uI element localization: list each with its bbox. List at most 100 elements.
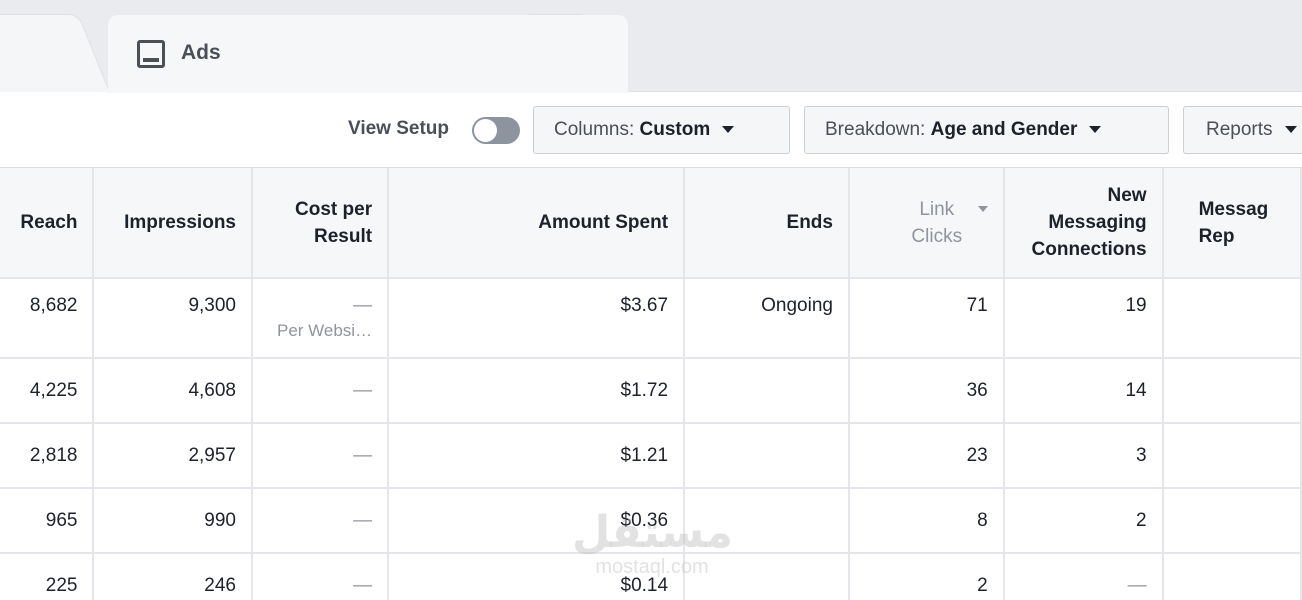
table-row[interactable]: 4,225 4,608 — $1.72 36 14 xyxy=(0,358,1302,424)
cell-amount-spent-value: $0.14 xyxy=(620,574,669,596)
header-label: Ends xyxy=(786,212,833,233)
table-row[interactable]: 2,818 2,957 — $1.21 23 3 xyxy=(0,423,1302,489)
column-header-ends[interactable]: Ends xyxy=(684,168,850,279)
cell-amount-spent: $1.21 xyxy=(388,423,686,489)
tab-ads-label: Ads xyxy=(181,41,221,64)
breakdown-dropdown[interactable]: Breakdown: Age and Gender xyxy=(804,106,1169,154)
column-header-messaging-rep[interactable]: Messag Rep xyxy=(1162,168,1302,279)
cell-new-messaging: — xyxy=(1003,553,1164,600)
cell-ends xyxy=(684,553,850,600)
cell-amount-spent: $0.36 xyxy=(388,488,686,554)
cell-new-messaging-value: — xyxy=(1127,574,1147,596)
cost-per-result-subtext: Per Websi… xyxy=(276,321,373,340)
cell-impressions-value: 2,957 xyxy=(188,444,236,466)
cell-amount-spent: $0.14 xyxy=(388,553,686,600)
cell-reach-value: 8,682 xyxy=(29,295,78,316)
table-header-row: Reach Impressions Cost per Result Amount… xyxy=(0,168,1302,279)
cell-link-clicks-value: 71 xyxy=(966,295,988,316)
header-label: Messag Rep xyxy=(1198,198,1269,247)
cell-reach-value: 965 xyxy=(45,509,78,531)
cell-reach: 8,682 xyxy=(0,278,95,359)
view-setup-toggle[interactable] xyxy=(472,117,520,144)
caret-down-icon xyxy=(1089,126,1102,134)
cell-messaging-rep xyxy=(1162,278,1302,359)
cell-amount-spent-value: $1.21 xyxy=(620,444,669,466)
sort-desc-icon xyxy=(977,205,988,212)
cell-cost-per-result-value: — xyxy=(353,295,373,316)
cell-reach: 2,818 xyxy=(0,423,95,489)
table-row[interactable]: 965 990 — $0.36 8 2 xyxy=(0,488,1302,554)
cell-messaging-rep xyxy=(1162,358,1302,424)
cell-impressions: 4,608 xyxy=(93,358,253,424)
header-label: Link Clicks xyxy=(911,198,963,247)
cell-amount-spent-value: $1.72 xyxy=(620,379,669,401)
column-header-cost-per-result[interactable]: Cost per Result xyxy=(252,168,390,279)
cell-link-clicks-value: 8 xyxy=(977,509,988,531)
cell-ends xyxy=(684,488,850,554)
cell-amount-spent: $3.67 xyxy=(388,278,686,359)
cell-link-clicks: 8 xyxy=(848,488,1005,554)
cell-cost-per-result-value: — xyxy=(353,379,373,401)
cell-impressions: 9,300 xyxy=(93,278,253,359)
cell-reach-value: 2,818 xyxy=(29,444,78,466)
table-row[interactable]: 8,682 9,300 — Per Websi… $3.67 Ongoing 71 19 xyxy=(0,278,1302,359)
column-header-amount-spent[interactable]: Amount Spent xyxy=(388,168,686,279)
cell-ends-value: Ongoing xyxy=(761,295,833,316)
view-setup-label: View Setup xyxy=(348,118,450,139)
cell-link-clicks: 71 xyxy=(848,278,1005,359)
cell-amount-spent-value: $3.67 xyxy=(620,295,669,316)
cell-cost-per-result-value: — xyxy=(353,574,373,596)
cell-new-messaging-value: 19 xyxy=(1125,295,1147,316)
cell-reach: 225 xyxy=(0,553,95,600)
cell-impressions-value: 990 xyxy=(204,509,236,531)
header-label: Amount Spent xyxy=(538,212,669,233)
header-label: New Messaging Connections xyxy=(1031,185,1147,260)
reports-label: Reports xyxy=(1206,119,1273,140)
cell-new-messaging-value: 14 xyxy=(1125,379,1147,401)
cell-new-messaging: 14 xyxy=(1003,358,1164,424)
column-header-link-clicks[interactable]: Link Clicks xyxy=(848,168,1005,279)
table-row[interactable]: 225 246 — $0.14 2 — xyxy=(0,553,1302,600)
cell-cost-per-result: — xyxy=(252,358,390,424)
columns-dropdown[interactable]: Columns: Custom xyxy=(533,106,790,154)
cell-impressions: 2,957 xyxy=(93,423,253,489)
cell-cost-per-result: — xyxy=(252,488,390,554)
header-label: Cost per Result xyxy=(295,198,373,247)
cell-new-messaging: 2 xyxy=(1003,488,1164,554)
toggle-knob xyxy=(474,119,497,142)
cell-impressions-value: 4,608 xyxy=(188,379,236,401)
cell-amount-spent: $1.72 xyxy=(388,358,686,424)
breakdown-prefix: Breakdown: xyxy=(825,119,931,140)
cell-link-clicks-value: 2 xyxy=(977,574,988,596)
cell-ends: Ongoing xyxy=(684,278,850,359)
cell-impressions: 246 xyxy=(93,553,253,600)
cell-link-clicks-value: 36 xyxy=(966,379,988,401)
cell-reach-value: 225 xyxy=(45,574,78,596)
cell-impressions: 990 xyxy=(93,488,253,554)
cell-new-messaging-value: 2 xyxy=(1136,509,1147,531)
header-label: Impressions xyxy=(124,212,236,233)
column-header-reach[interactable]: Reach xyxy=(0,168,95,279)
cell-messaging-rep xyxy=(1162,553,1302,600)
cell-impressions-value: 9,300 xyxy=(188,295,236,316)
columns-prefix: Columns: xyxy=(554,119,640,140)
cell-messaging-rep xyxy=(1162,488,1302,554)
cell-messaging-rep xyxy=(1162,423,1302,489)
column-header-impressions[interactable]: Impressions xyxy=(93,168,253,279)
cell-ends xyxy=(684,358,850,424)
column-header-new-messaging[interactable]: New Messaging Connections xyxy=(1003,168,1164,279)
caret-down-icon xyxy=(1284,126,1297,134)
cell-cost-per-result: — Per Websi… xyxy=(252,278,390,359)
cell-cost-per-result-value: — xyxy=(353,509,373,531)
breakdown-value: Age and Gender xyxy=(930,119,1078,140)
reports-dropdown[interactable]: Reports xyxy=(1183,106,1302,154)
caret-down-icon xyxy=(722,126,735,134)
cell-cost-per-result: — xyxy=(252,423,390,489)
ad-monitor-icon xyxy=(137,40,165,68)
cell-amount-spent-value: $0.36 xyxy=(620,509,669,531)
cell-cost-per-result-value: — xyxy=(353,444,373,466)
columns-value: Custom xyxy=(639,119,711,140)
cell-link-clicks-value: 23 xyxy=(966,444,988,466)
cell-reach-value: 4,225 xyxy=(29,379,78,401)
cell-link-clicks: 2 xyxy=(848,553,1005,600)
